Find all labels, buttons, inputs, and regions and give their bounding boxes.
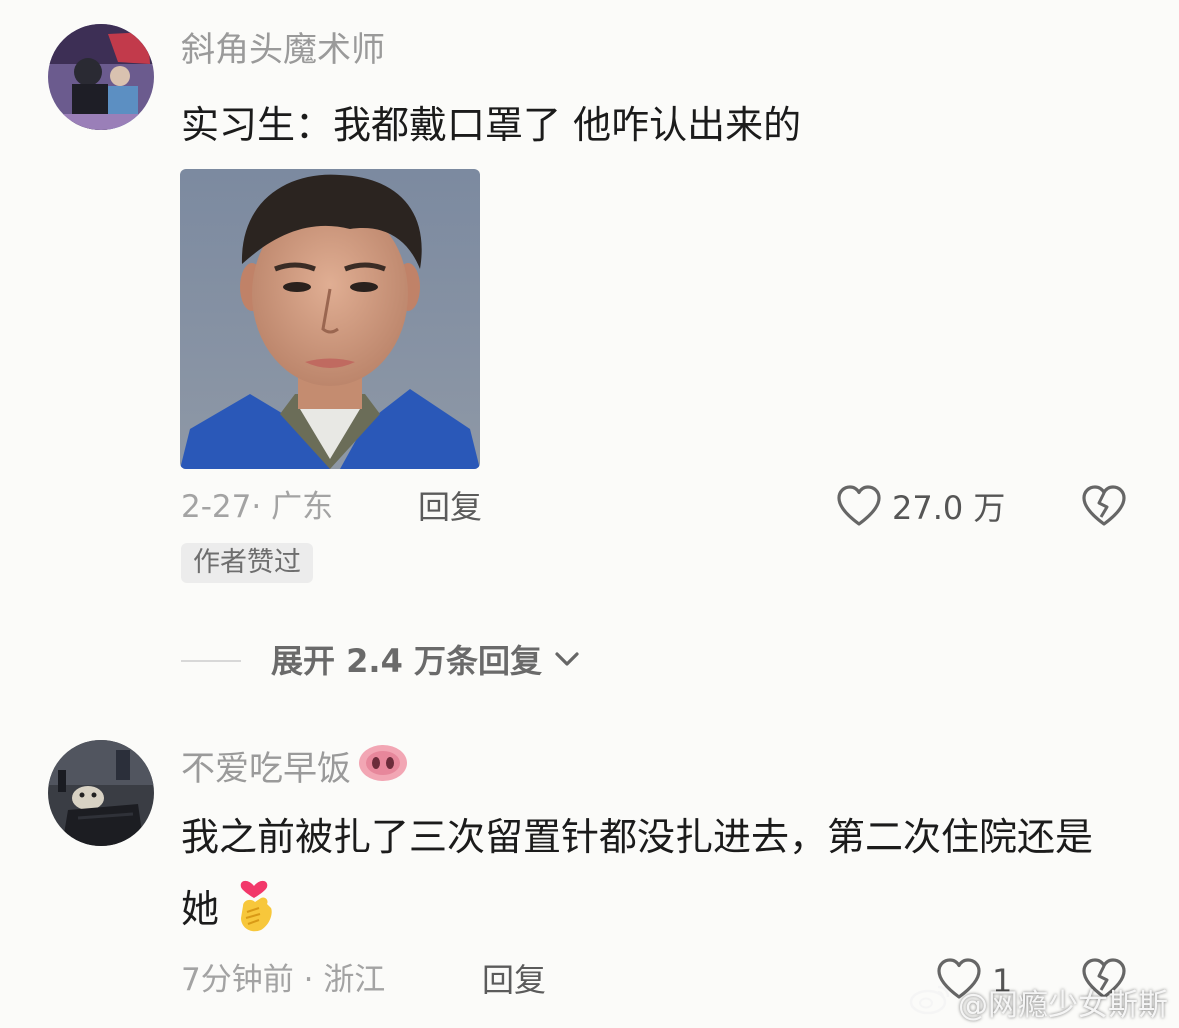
expand-replies-button[interactable]: 展开 2.4 万条回复 — [181, 641, 580, 681]
pig-nose-emoji-icon — [357, 742, 409, 795]
comment-date: 7分钟前 — [181, 962, 294, 998]
comment-text-body: 我之前被扎了三次留置针都没扎进去，第二次住院还是她 — [181, 815, 1094, 931]
like-count: 27.0 万 — [892, 489, 1006, 527]
comment-image[interactable] — [180, 169, 480, 469]
weibo-icon — [908, 981, 952, 1023]
username-text: 不爱吃早饭 — [181, 748, 351, 789]
finger-heart-emoji-icon — [231, 872, 277, 956]
meta-separator: · — [251, 489, 262, 525]
watermark: @网瘾少女斯斯 — [908, 980, 1168, 1024]
comment-meta: 7分钟前 · 浙江 — [181, 960, 385, 1000]
chevron-down-icon — [554, 649, 580, 673]
like-button[interactable]: 27.0 万 — [836, 484, 1005, 532]
comment-username[interactable]: 斜角头魔术师 — [181, 28, 385, 72]
comment-text: 实习生：我都戴口罩了 他咋认出来的 — [181, 103, 802, 147]
dislike-button[interactable] — [1080, 484, 1128, 532]
comment-text: 我之前被扎了三次留置针都没扎进去，第二次住院还是她 — [181, 802, 1121, 956]
author-liked-badge: 作者赞过 — [181, 543, 313, 583]
expand-replies-label: 展开 2.4 万条回复 — [271, 642, 542, 680]
broken-heart-icon — [1080, 485, 1128, 532]
comment-date: 2-27 — [181, 489, 252, 525]
divider — [181, 660, 241, 662]
reply-button[interactable]: 回复 — [418, 487, 482, 527]
avatar[interactable] — [48, 740, 154, 846]
watermark-text: @网瘾少女斯斯 — [958, 988, 1168, 1023]
comment-meta: 2-27· 广东 — [181, 487, 333, 527]
comment-username[interactable]: 不爱吃早饭 — [181, 742, 409, 795]
comment-location: 浙江 — [323, 962, 386, 998]
reply-button[interactable]: 回复 — [482, 960, 546, 1000]
heart-icon — [836, 484, 882, 532]
avatar[interactable] — [48, 24, 154, 130]
comment-location: 广东 — [271, 489, 334, 525]
meta-separator: · — [303, 962, 314, 998]
